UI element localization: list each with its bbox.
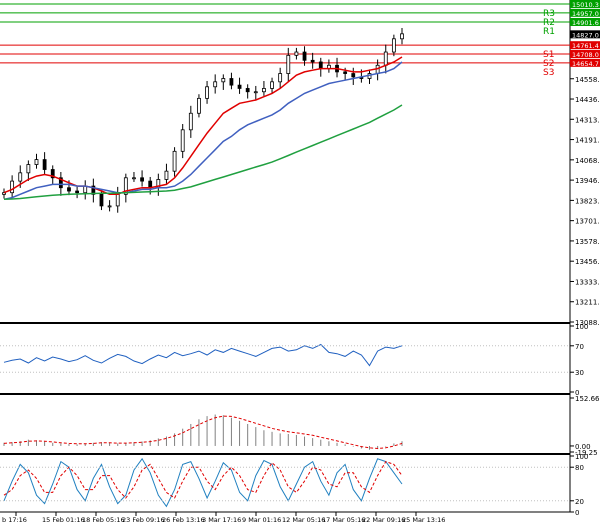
stoch-main-line (3, 457, 403, 508)
candle-body (164, 170, 169, 180)
pivot-label-r1: R1 (543, 27, 555, 37)
candle-body (172, 150, 177, 172)
pivot-tag-text-r1: 14901.6 (572, 19, 599, 27)
candle-body (302, 51, 307, 61)
price-tick-label: 13456.0 (575, 258, 600, 266)
candle-body (42, 159, 47, 170)
osc-tick-label: 100 (575, 453, 588, 461)
pivot-tag-text-r3: 15010.3 (572, 1, 599, 9)
price-tick-label: 13701.0 (575, 218, 600, 226)
candle-body (318, 61, 323, 69)
price-tick-label: 13946.0 (575, 177, 600, 185)
candle-body (343, 71, 348, 74)
price-tick-label: 13333.5 (575, 278, 600, 286)
time-tick-label: 12 Mar 05:16 (282, 516, 325, 524)
bid-price-text: 14827.0 (572, 31, 599, 39)
osc-tick-label: 152.66 (575, 395, 600, 403)
pivot-tag-text-s2: 14708.0 (572, 51, 599, 59)
price-tick-label: 13211.0 (575, 299, 600, 307)
price-tick-label: 14436.0 (575, 96, 600, 104)
candle-body (99, 193, 104, 207)
candle-body (237, 84, 242, 89)
price-tick-label: 13578.5 (575, 238, 600, 246)
ma-mid-line (3, 61, 403, 201)
candle-body (132, 177, 136, 180)
time-tick-label: b 17:16 (2, 516, 27, 524)
time-tick-label: 25 Mar 13:16 (402, 516, 445, 524)
candle-body (18, 172, 23, 182)
candle-body (400, 33, 404, 40)
time-tick-label: 26 Feb 13:16 (162, 516, 205, 524)
ma-fast-line (3, 56, 403, 196)
time-tick-label: 23 Feb 09:16 (122, 516, 165, 524)
candle-body (205, 86, 209, 99)
time-tick-label: 3 Mar 17:16 (202, 516, 241, 524)
candle-body (229, 78, 234, 86)
time-tick-label: 18 Feb 05:16 (82, 516, 125, 524)
candle-body (391, 38, 396, 53)
price-tick-label: 14313.5 (575, 116, 600, 124)
osc-tick-label: 70 (575, 343, 584, 351)
candle-body (253, 91, 258, 94)
candle-body (107, 205, 112, 208)
candle-body (245, 88, 250, 93)
price-tick-label: 14068.5 (575, 157, 600, 165)
candle-body (351, 73, 356, 78)
candle-body (140, 177, 144, 182)
price-tick-label: 14191.0 (575, 137, 600, 145)
candle-body (286, 54, 291, 74)
candle-body (197, 97, 201, 114)
price-tick-label: 14558.5 (575, 76, 600, 84)
chart-svg: 14558.5 14436.0 14313.5 14191.0 14068.5 13946… (0, 0, 600, 524)
candle-body (26, 164, 31, 174)
pivot-tag-text-s3: 14654.7 (572, 60, 599, 68)
osc-tick-label: 100 (575, 323, 588, 331)
candle-body (67, 187, 71, 192)
candle-body (294, 51, 299, 56)
time-tick-label: 22 Mar 09:16 (362, 516, 405, 524)
candle-body (115, 193, 120, 207)
osc-tick-label: 20 (575, 498, 584, 506)
rsi-line (3, 343, 403, 367)
time-tick-label: 9 Mar 01:16 (242, 516, 281, 524)
candle-body (221, 78, 226, 83)
candle-body (383, 51, 388, 66)
ma-slow-line (3, 104, 403, 201)
candle-body (213, 81, 218, 88)
candle-body (278, 73, 283, 83)
price-tick-label: 13823.5 (575, 197, 600, 205)
candle-body (10, 180, 15, 194)
chart-root: 14558.5 14436.0 14313.5 14191.0 14068.5 13946… (0, 0, 600, 526)
osc-tick-label: 30 (575, 369, 584, 377)
candle-body (270, 81, 274, 89)
osc-tick-label: 80 (575, 464, 584, 472)
osc-tick-label: 0 (575, 509, 579, 517)
pivot-tag-text-r2: 14957.0 (572, 10, 599, 18)
candle-body (34, 159, 39, 165)
signal-line (3, 415, 403, 450)
candle-body (188, 112, 193, 131)
candle-body (180, 129, 185, 152)
pivot-tag-text-s1: 14761.4 (572, 42, 599, 50)
candle-body (75, 190, 80, 194)
pivot-label-s3: S3 (543, 68, 554, 78)
time-tick-label: 17 Mar 05:16 (322, 516, 365, 524)
time-tick-label: 15 Feb 01:16 (42, 516, 85, 524)
candle-body (310, 59, 315, 63)
candle-body (262, 88, 266, 93)
